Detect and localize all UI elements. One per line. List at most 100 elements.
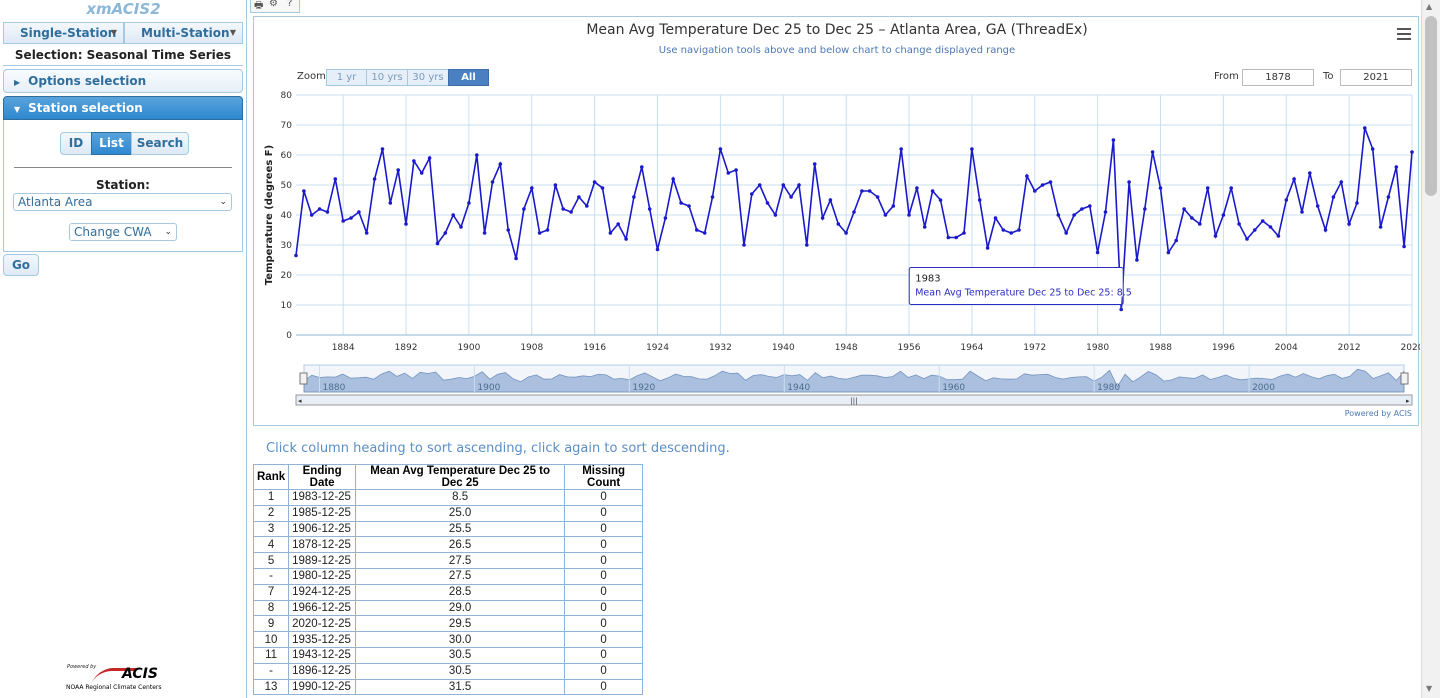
x-tick-label: 1972 — [1023, 343, 1046, 353]
data-point — [915, 186, 919, 190]
x-tick-label: 2020 — [1401, 343, 1420, 353]
table-cell: 27.5 — [355, 552, 566, 569]
data-point — [530, 186, 534, 190]
data-point — [647, 207, 652, 211]
zoom-10yrs-button[interactable]: 10 yrs — [366, 69, 408, 86]
data-point — [805, 243, 809, 247]
table-cell: 1924-12-25 — [288, 583, 357, 601]
data-point — [970, 147, 974, 151]
data-point — [844, 231, 848, 235]
vertical-scrollbar[interactable]: ▲ ▼ — [1421, 0, 1440, 698]
data-point — [1080, 207, 1084, 211]
data-point — [710, 195, 715, 199]
help-icon[interactable]: ? — [287, 0, 292, 9]
to-input[interactable]: 2021 — [1340, 69, 1412, 86]
hamburger-menu-icon[interactable] — [1397, 28, 1411, 40]
scroll-down-icon[interactable]: ▼ — [1426, 684, 1432, 693]
table-cell: 1943-12-25 — [288, 646, 357, 664]
zoom-1yr-button[interactable]: 1 yr — [326, 69, 367, 86]
table-cell: 0 — [564, 504, 644, 522]
data-point — [1009, 231, 1013, 235]
cwa-select[interactable]: Change CWA ⌄ — [69, 223, 177, 241]
data-point — [1095, 250, 1100, 255]
table-cell: - — [252, 662, 290, 680]
single-station-menu[interactable]: Single-Station ▼ — [3, 22, 124, 44]
navigator-handle-right — [1400, 372, 1409, 385]
options-selection-header[interactable]: ▶ Options selection — [3, 69, 243, 93]
table-cell: 0 — [564, 599, 644, 617]
table-cell: 0 — [564, 489, 644, 506]
tooltip-year: 1983 — [915, 274, 940, 285]
missing-count-header[interactable]: Missing Count — [564, 464, 644, 490]
table-cell: 29.0 — [355, 599, 566, 617]
data-point — [883, 213, 888, 217]
data-point — [1347, 222, 1351, 226]
data-point — [1363, 126, 1367, 130]
data-point — [302, 189, 306, 193]
options-selection-label: Options selection — [28, 74, 147, 88]
data-point — [1182, 207, 1186, 211]
gear-icon[interactable]: ⚙ — [269, 0, 278, 9]
data-point — [490, 180, 495, 184]
multi-station-menu[interactable]: Multi-Station ▼ — [124, 22, 243, 44]
data-point — [1268, 225, 1273, 229]
x-tick-label: 1988 — [1149, 343, 1172, 353]
scrollbar-thumb[interactable] — [1425, 16, 1437, 196]
y-axis-label: Temperature (degrees F) — [264, 145, 275, 285]
data-point — [561, 207, 565, 211]
data-point — [443, 231, 448, 235]
table-cell: 1 — [252, 489, 290, 506]
zoom-30yrs-button[interactable]: 30 yrs — [407, 69, 449, 86]
data-point — [1339, 180, 1344, 184]
print-icon[interactable]: 🖶 — [254, 0, 263, 15]
navigator-tick-label: 1940 — [787, 383, 810, 393]
table-row: 10 1935-12-25 30.0 0 — [252, 631, 644, 648]
tab-search[interactable]: Search — [131, 132, 189, 155]
data-point — [585, 204, 589, 208]
data-point — [781, 183, 786, 187]
go-button[interactable]: Go — [3, 254, 39, 276]
station-selection-header[interactable]: ▼ Station selection — [3, 96, 243, 120]
chart-credit: Powered by ACIS — [1344, 409, 1412, 418]
data-point — [1198, 222, 1202, 226]
rank-header[interactable]: Rank — [252, 464, 290, 490]
x-tick-label: 2004 — [1275, 343, 1298, 353]
tab-list[interactable]: List — [91, 132, 132, 155]
data-point — [1135, 258, 1139, 262]
sort-hint: Click column heading to sort ascending, … — [266, 441, 730, 456]
ending-date-header[interactable]: Ending Date — [288, 464, 357, 490]
table-cell: 2020-12-25 — [288, 615, 357, 633]
navigator-tick-label: 1920 — [632, 383, 655, 393]
data-point — [341, 219, 345, 223]
data-point — [734, 168, 738, 172]
station-select[interactable]: Atlanta Area ⌄ — [13, 193, 232, 211]
table-cell: 30.5 — [355, 646, 566, 664]
x-tick-label: 2012 — [1338, 343, 1361, 353]
data-point — [726, 171, 731, 175]
table-cell: 4 — [252, 536, 290, 554]
data-point — [467, 201, 471, 205]
mean-temp-header[interactable]: Mean Avg Temperature Dec 25 to Dec 25 — [355, 464, 566, 490]
x-tick-label: 1964 — [960, 343, 983, 353]
zoom-all-button[interactable]: All — [448, 69, 489, 86]
data-point — [522, 207, 526, 211]
table-cell: 0 — [564, 631, 644, 648]
data-point — [412, 159, 416, 163]
y-tick-label: 80 — [281, 91, 293, 101]
data-point — [1205, 186, 1210, 190]
y-tick-label: 60 — [281, 151, 293, 161]
data-point — [1402, 244, 1406, 249]
y-tick-label: 70 — [281, 121, 293, 131]
rank-table: Rank Ending Date Mean Avg Temperature Dec … — [252, 464, 644, 696]
data-point — [1213, 234, 1218, 238]
data-point — [624, 237, 628, 241]
data-point — [655, 247, 660, 252]
scroll-up-icon[interactable]: ▲ — [1426, 2, 1432, 11]
data-point — [357, 210, 361, 214]
data-point — [993, 216, 998, 220]
data-point — [1315, 204, 1320, 208]
tab-id[interactable]: ID — [60, 132, 92, 155]
table-cell: 30.0 — [355, 631, 566, 648]
x-tick-label: 1948 — [835, 343, 858, 353]
from-input[interactable]: 1878 — [1242, 69, 1314, 86]
